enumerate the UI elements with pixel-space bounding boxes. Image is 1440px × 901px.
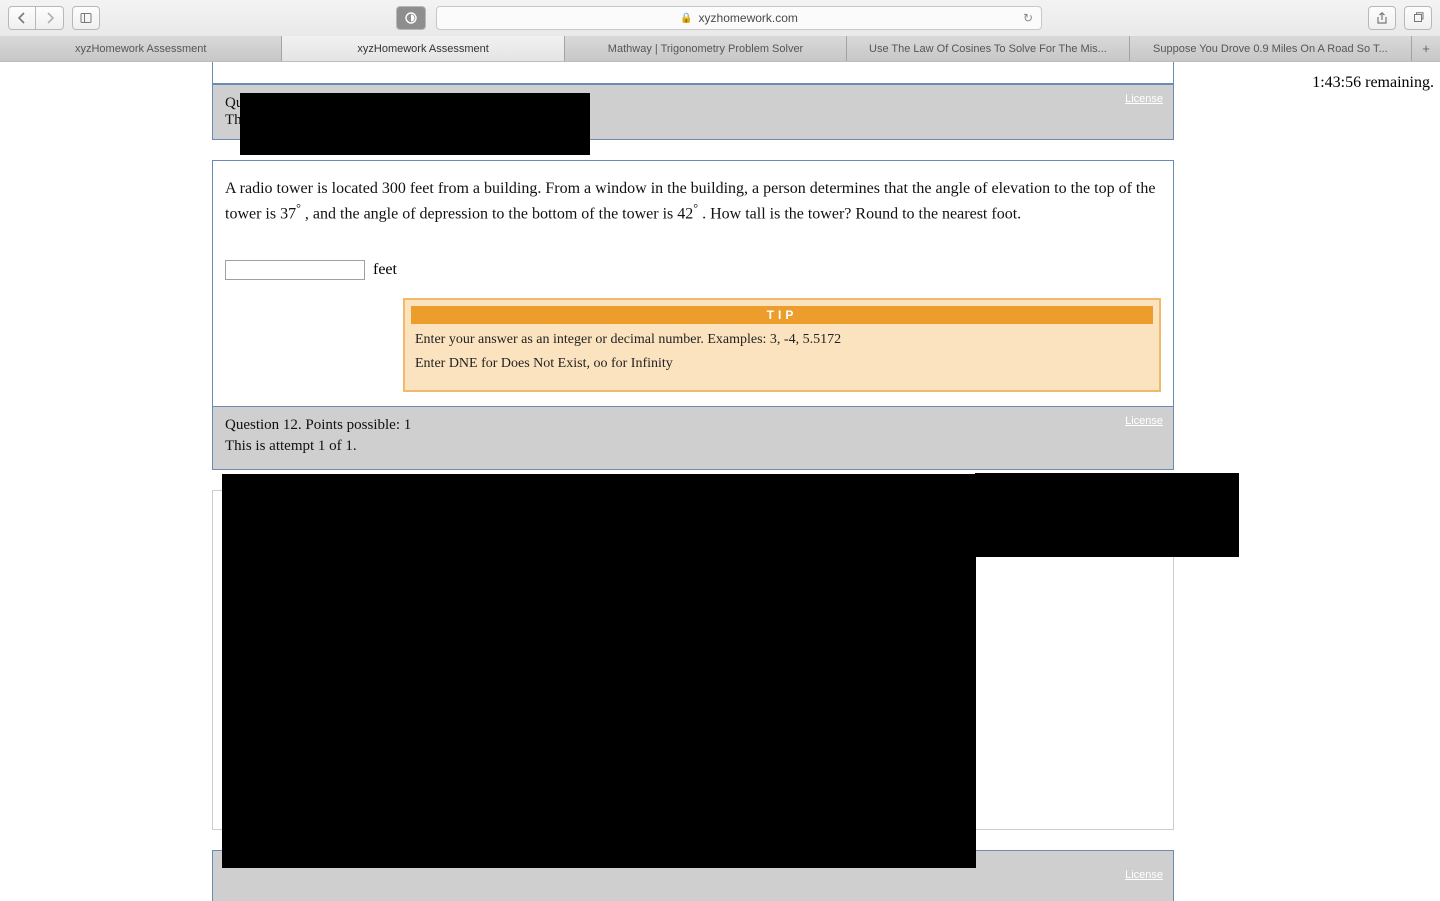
redaction-box: [240, 93, 590, 155]
redaction-box: [975, 473, 1239, 557]
reader-button[interactable]: [396, 6, 426, 30]
footer-line1: Question 12. Points possible: 1: [225, 417, 1161, 434]
share-button[interactable]: [1368, 6, 1396, 30]
sidebar-toggle-button[interactable]: [72, 6, 100, 30]
share-icon: [1376, 12, 1388, 24]
tab-label: Use The Law Of Cosines To Solve For The …: [869, 43, 1107, 55]
license-link[interactable]: License: [1125, 869, 1163, 881]
license-link[interactable]: License: [1125, 93, 1163, 105]
tab-label: xyzHomework Assessment: [357, 43, 488, 55]
chevron-left-icon: [16, 12, 28, 24]
license-link[interactable]: License: [1125, 415, 1163, 427]
tab-row: xyzHomework Assessment xyzHomework Asses…: [0, 36, 1440, 61]
prev-question-body-partial: [212, 62, 1174, 84]
redaction-box: [222, 474, 976, 868]
page-content: 1:43:56 remaining. License Qu Thi A radi…: [0, 62, 1440, 901]
plus-icon: +: [1422, 41, 1430, 56]
question-box-12: A radio tower is located 300 feet from a…: [212, 160, 1174, 470]
tip-header: TIP: [411, 306, 1153, 324]
tab-label: Mathway | Trigonometry Problem Solver: [608, 43, 803, 55]
tab-0[interactable]: xyzHomework Assessment: [0, 36, 282, 61]
browser-chrome: 🔒 xyzhomework.com ↻ xyzHomework Assessme…: [0, 0, 1440, 62]
chevron-right-icon: [44, 12, 56, 24]
forward-button[interactable]: [36, 6, 64, 30]
new-tab-button[interactable]: +: [1412, 36, 1440, 61]
timer-text: 1:43:56 remaining.: [1312, 74, 1434, 92]
question-text: A radio tower is located 300 feet from a…: [213, 161, 1173, 236]
tab-3[interactable]: Use The Law Of Cosines To Solve For The …: [847, 36, 1129, 61]
tab-1[interactable]: xyzHomework Assessment: [282, 36, 564, 61]
footer-line2: This is attempt 1 of 1.: [225, 438, 1161, 455]
tab-4[interactable]: Suppose You Drove 0.9 Miles On A Road So…: [1130, 36, 1412, 61]
answer-row: feet: [213, 236, 1173, 298]
back-button[interactable]: [8, 6, 36, 30]
tabs-button[interactable]: [1404, 6, 1432, 30]
tab-label: xyzHomework Assessment: [75, 43, 206, 55]
tip-line2: Enter DNE for Does Not Exist, oo for Inf…: [415, 356, 1149, 372]
reader-icon: [404, 11, 418, 25]
tip-line1: Enter your answer as an integer or decim…: [415, 332, 1149, 348]
tabs-icon: [1412, 12, 1424, 24]
answer-unit: feet: [373, 261, 397, 279]
question-footer: License Question 12. Points possible: 1 …: [213, 406, 1173, 469]
sidebar-icon: [80, 12, 92, 24]
refresh-icon[interactable]: ↻: [1023, 11, 1033, 25]
tip-box: TIP Enter your answer as an integer or d…: [403, 298, 1161, 392]
answer-input[interactable]: [225, 260, 365, 280]
tab-label: Suppose You Drove 0.9 Miles On A Road So…: [1153, 43, 1388, 55]
address-bar[interactable]: 🔒 xyzhomework.com ↻: [436, 6, 1042, 30]
address-domain: xyzhomework.com: [699, 11, 798, 25]
toolbar: 🔒 xyzhomework.com ↻: [0, 0, 1440, 36]
lock-icon: 🔒: [680, 13, 692, 24]
tab-2[interactable]: Mathway | Trigonometry Problem Solver: [565, 36, 847, 61]
tip-body: Enter your answer as an integer or decim…: [411, 324, 1153, 384]
